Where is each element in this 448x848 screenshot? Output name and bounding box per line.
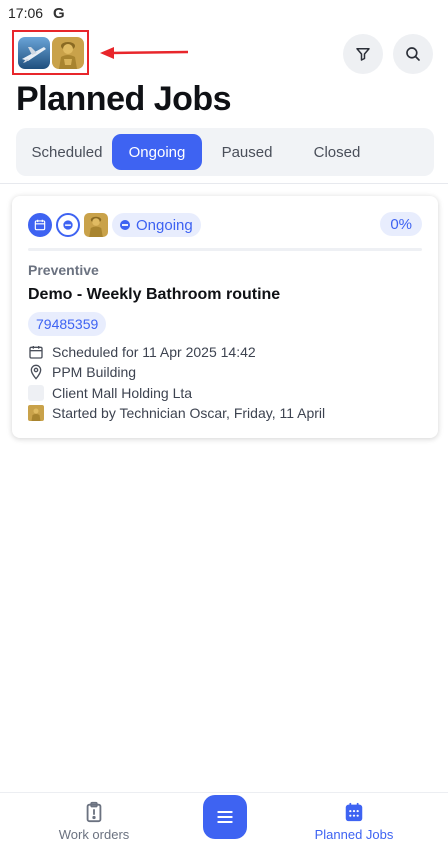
status-badge-label: Ongoing — [136, 216, 193, 234]
calendar-grid-icon — [345, 802, 363, 822]
status-time: 17:06 — [8, 5, 44, 21]
scheduled-chip — [28, 213, 52, 237]
nav-planned-jobs-label: Planned Jobs — [314, 827, 394, 842]
started-by-row: Started by Technician Oscar, Friday, 11 … — [28, 405, 325, 421]
nav-work-orders[interactable]: Work orders — [34, 801, 154, 842]
header — [0, 28, 448, 78]
job-card-header: Ongoing — [28, 212, 201, 238]
technician-avatar — [84, 213, 108, 237]
statue-avatar — [52, 36, 84, 69]
scheduled-row: Scheduled for 11 Apr 2025 14:42 — [28, 344, 256, 360]
clipboard-alert-icon — [86, 801, 102, 823]
client-text: Client Mall Holding Lta — [52, 385, 193, 401]
divider — [0, 183, 448, 184]
job-category: Preventive — [28, 262, 99, 278]
nav-planned-jobs[interactable]: Planned Jobs — [294, 801, 414, 842]
page-title: Planned Jobs — [16, 80, 232, 118]
calendar-outline-icon — [29, 346, 43, 359]
job-id-badge: 79485359 — [28, 312, 107, 336]
progress-badge: 0% — [380, 212, 422, 236]
tab-paused[interactable]: Paused — [202, 134, 292, 170]
ongoing-dot-icon — [120, 220, 130, 230]
google-g-icon: G — [53, 4, 65, 22]
search-button[interactable] — [393, 34, 433, 74]
ongoing-status-icon — [63, 220, 73, 230]
job-card[interactable]: Ongoing 0% Preventive Demo - Weekly Bath… — [12, 196, 438, 438]
status-bar: 17:06 G — [0, 0, 448, 26]
search-icon — [406, 47, 420, 61]
menu-button[interactable] — [203, 795, 247, 839]
location-row: PPM Building — [28, 364, 136, 380]
nav-work-orders-label: Work orders — [58, 827, 130, 842]
account-switcher[interactable] — [12, 30, 89, 75]
menu-icon — [217, 810, 233, 824]
status-badge: Ongoing — [112, 213, 201, 237]
started-by-text: Started by Technician Oscar, Friday, 11 … — [52, 405, 326, 421]
technician-mini-avatar — [28, 405, 44, 421]
filter-button[interactable] — [343, 34, 383, 74]
client-logo-icon — [28, 385, 44, 401]
tab-closed[interactable]: Closed — [292, 134, 382, 170]
red-arrow-annotation — [100, 47, 189, 59]
tab-scheduled[interactable]: Scheduled — [22, 134, 112, 170]
client-row: Client Mall Holding Lta — [28, 385, 192, 401]
location-text: PPM Building — [52, 364, 137, 380]
scheduled-text: Scheduled for 11 Apr 2025 14:42 — [52, 344, 256, 360]
tab-ongoing[interactable]: Ongoing — [112, 134, 202, 170]
card-divider — [28, 248, 422, 251]
filter-icon — [356, 48, 370, 61]
status-tabs: Scheduled Ongoing Paused Closed — [16, 128, 434, 176]
ongoing-chip — [56, 213, 80, 237]
calendar-icon — [34, 219, 46, 231]
airplane-avatar — [18, 36, 50, 69]
location-pin-icon — [30, 364, 42, 380]
bottom-nav: Work orders Planned Jobs — [0, 792, 448, 848]
job-title: Demo - Weekly Bathroom routine — [28, 286, 281, 303]
